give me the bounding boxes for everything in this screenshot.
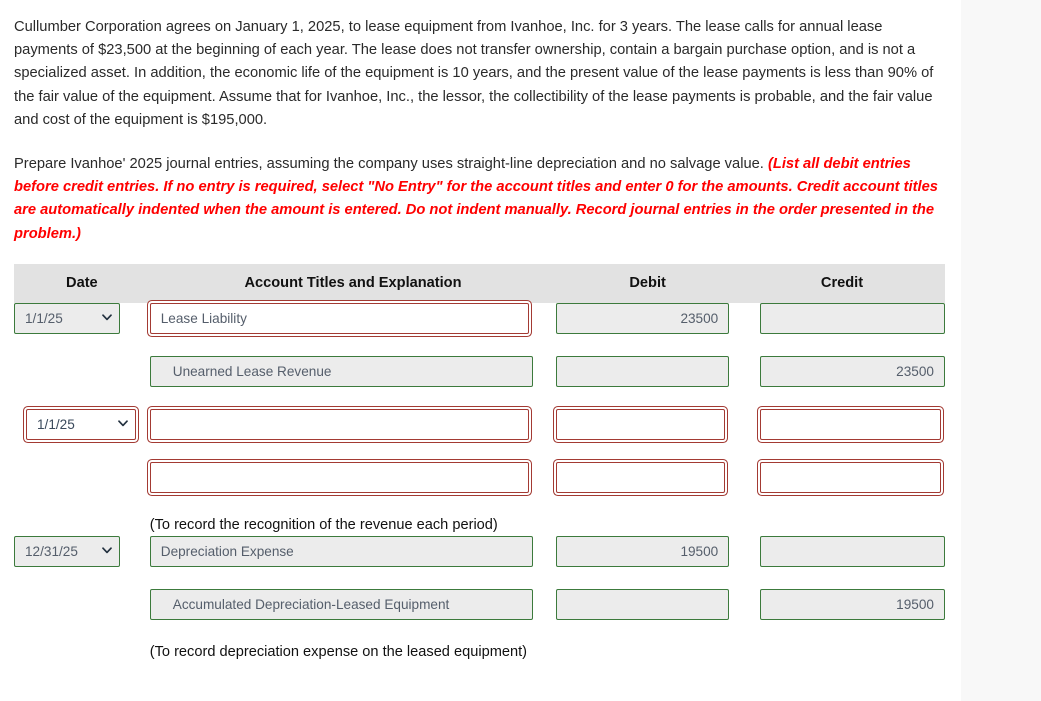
column-header-date: Date: [14, 263, 150, 303]
debit-input-1-1[interactable]: [556, 302, 730, 334]
problem-paragraph-1: Cullumber Corporation agrees on January …: [14, 19, 934, 128]
problem-requirement-text: Prepare Ivanhoe' 2025 journal entries, a…: [14, 156, 768, 173]
entry-memo-text: (To record the recognition of the revenu…: [149, 516, 498, 533]
column-header-debit: Debit: [556, 263, 739, 303]
debit-input-2-1[interactable]: [556, 408, 726, 440]
date-cell: [14, 462, 150, 515]
journal-table-header: Date Account Titles and Explanation Debi…: [14, 263, 945, 303]
journal-entry-row: [14, 355, 945, 409]
account-title-cell: [149, 302, 557, 356]
document-area: Cullumber Corporation agrees on January …: [0, 0, 961, 701]
page-root: Cullumber Corporation agrees on January …: [0, 0, 1041, 701]
account-title-input-2-1[interactable]: [149, 408, 529, 440]
credit-cell: [739, 535, 945, 589]
credit-input-3-2[interactable]: [759, 588, 945, 620]
date-cell: 1/1/2512/31/25: [14, 535, 150, 589]
debit-cell: [556, 588, 739, 642]
journal-entry-row: 1/1/2512/31/25: [14, 302, 945, 356]
debit-cell: [556, 302, 739, 356]
debit-input-1-2[interactable]: [556, 355, 730, 387]
credit-cell: [739, 408, 945, 462]
journal-table-body: 1/1/2512/31/25 1/1/2512/31/25 (To record t…: [14, 302, 945, 663]
page-gutter: [961, 0, 1041, 701]
problem-paragraph-2: Prepare Ivanhoe' 2025 journal entries, a…: [14, 153, 941, 246]
memo-spacer: [14, 642, 150, 663]
date-cell: 1/1/2512/31/25: [14, 408, 150, 462]
date-select-3[interactable]: 1/1/2512/31/25: [14, 535, 120, 567]
account-title-input-3-2[interactable]: [149, 588, 533, 620]
account-title-cell: [149, 535, 557, 589]
journal-memo-row: (To record the recognition of the revenu…: [14, 515, 945, 536]
credit-input-1-2[interactable]: [759, 355, 945, 387]
date-cell: [14, 356, 150, 409]
journal-memo-row: (To record depreciation expense on the l…: [14, 642, 945, 663]
debit-input-3-1[interactable]: [556, 535, 730, 567]
credit-cell: [739, 588, 945, 642]
account-title-input-1-2[interactable]: [149, 355, 533, 387]
debit-cell: [556, 355, 739, 409]
journal-entry-row: [14, 588, 945, 642]
account-title-input-1-1[interactable]: [149, 302, 529, 334]
account-title-cell: [149, 355, 557, 409]
debit-cell: [556, 461, 739, 515]
date-select-wrapper: 1/1/2512/31/25: [14, 535, 120, 567]
credit-input-2-1[interactable]: [759, 408, 941, 440]
credit-input-1-1[interactable]: [759, 302, 945, 334]
journal-entry-row: 1/1/2512/31/25: [14, 408, 945, 462]
journal-entry-row: 1/1/2512/31/25: [14, 535, 945, 589]
date-select-wrapper: 1/1/2512/31/25: [14, 302, 120, 334]
account-title-cell: [149, 588, 557, 642]
credit-cell: [739, 302, 945, 356]
problem-statement: Cullumber Corporation agrees on January …: [0, 0, 961, 246]
journal-entry-row: [14, 461, 945, 515]
credit-cell: [739, 355, 945, 409]
debit-cell: [556, 408, 739, 462]
account-title-input-3-1[interactable]: [149, 535, 533, 567]
journal-header-row: Date Account Titles and Explanation Debi…: [14, 263, 945, 303]
date-select-1[interactable]: 1/1/2512/31/25: [14, 302, 120, 334]
date-select-2[interactable]: 1/1/2512/31/25: [26, 408, 136, 440]
debit-input-2-2[interactable]: [556, 461, 726, 493]
entry-memo-text: (To record depreciation expense on the l…: [149, 643, 527, 660]
account-title-cell: [149, 408, 557, 462]
debit-input-3-2[interactable]: [556, 588, 730, 620]
account-title-input-2-2[interactable]: [149, 461, 529, 493]
date-select-wrapper: 1/1/2512/31/25: [26, 408, 136, 440]
date-cell: 1/1/2512/31/25: [14, 302, 150, 356]
column-header-account: Account Titles and Explanation: [149, 263, 557, 303]
column-header-credit: Credit: [738, 263, 945, 303]
memo-spacer: [14, 515, 150, 536]
account-title-cell: [149, 461, 557, 515]
credit-cell: [739, 461, 945, 515]
journal-entry-table: Date Account Titles and Explanation Debi…: [14, 263, 945, 663]
credit-input-3-1[interactable]: [759, 535, 945, 567]
debit-cell: [556, 535, 739, 589]
credit-input-2-2[interactable]: [759, 461, 941, 493]
date-cell: [14, 589, 150, 642]
